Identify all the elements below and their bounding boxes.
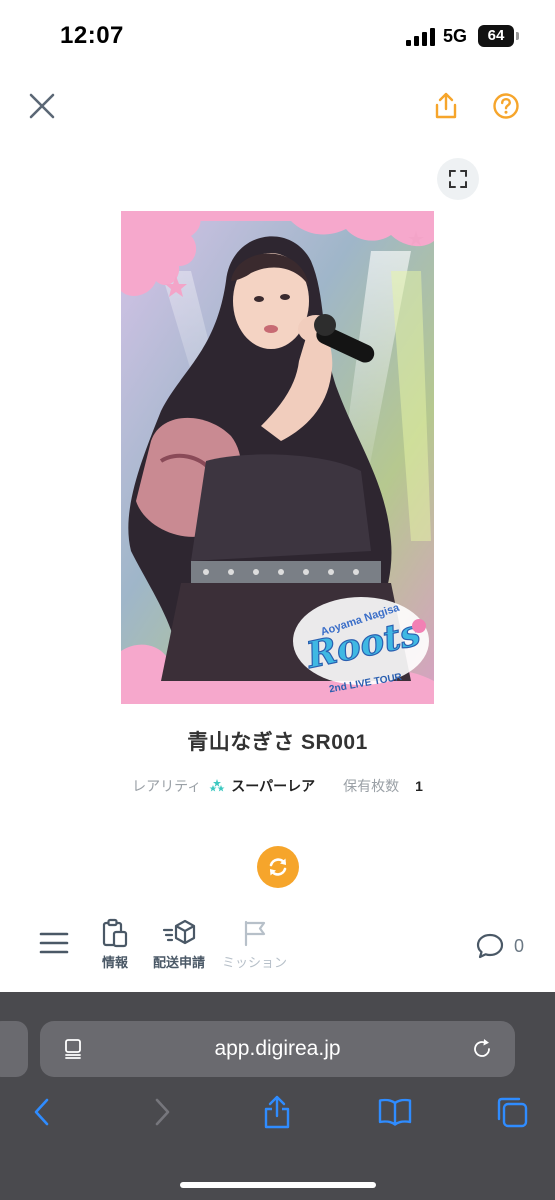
help-icon: [493, 93, 519, 119]
box-shipping-icon: [162, 919, 196, 945]
share-icon: [264, 1095, 290, 1129]
url-text: app.digirea.jp: [214, 1037, 341, 1060]
comment-icon: [476, 933, 504, 959]
close-button[interactable]: [22, 86, 62, 126]
help-button[interactable]: [486, 86, 526, 126]
info-label: 情報: [101, 955, 128, 970]
tabs-button[interactable]: [492, 1092, 532, 1132]
forward-button[interactable]: [142, 1092, 182, 1132]
chevron-left-icon: [34, 1098, 49, 1126]
mission-button[interactable]: ミッション: [222, 918, 287, 971]
comment-button[interactable]: 0: [476, 932, 524, 960]
status-bar: 12:07 5G 64: [0, 0, 555, 72]
flip-card-button[interactable]: [257, 846, 299, 888]
hamburger-icon: [39, 932, 69, 954]
status-time: 12:07: [60, 22, 124, 49]
rarity-stars-icon: [209, 779, 225, 792]
signal-icon: [406, 28, 436, 46]
card-meta: レアリティ スーパーレア 保有枚数 1: [0, 776, 555, 796]
share-button[interactable]: [426, 86, 466, 126]
shipping-request-button[interactable]: 配送申請: [153, 918, 205, 971]
address-bar[interactable]: app.digirea.jp: [40, 1021, 515, 1077]
fullscreen-icon: [449, 170, 467, 188]
chevron-right-icon: [155, 1098, 170, 1126]
flag-icon: [244, 920, 265, 947]
owned-count-label: 保有枚数: [343, 778, 400, 794]
card-artwork: Aoyama Nagisa Roots 2nd LIVE TOUR: [121, 211, 434, 704]
tabs-icon: [497, 1097, 528, 1128]
back-button[interactable]: [22, 1092, 62, 1132]
bookmarks-button[interactable]: [375, 1092, 415, 1132]
menu-button[interactable]: [38, 930, 70, 956]
comment-count: 0: [514, 935, 525, 956]
home-indicator: [180, 1182, 376, 1188]
book-icon: [378, 1098, 412, 1126]
clipboard-icon: [102, 918, 128, 948]
app-toolbar: 情報 配送申請 ミッション 0: [0, 910, 555, 990]
reload-icon[interactable]: [470, 1037, 494, 1061]
rarity-value: スーパーレア: [231, 778, 316, 794]
owned-count-value: 1: [415, 778, 423, 794]
mission-label: ミッション: [222, 955, 288, 970]
rarity-label: レアリティ: [132, 778, 202, 794]
previous-tab[interactable]: [0, 1021, 28, 1077]
shipping-label: 配送申請: [153, 955, 206, 970]
refresh-icon: [269, 858, 287, 876]
network-type: 5G: [443, 26, 468, 46]
card-image[interactable]: Aoyama Nagisa Roots 2nd LIVE TOUR: [121, 211, 434, 704]
share-icon: [435, 92, 457, 119]
card-title: 青山なぎさ SR001: [187, 731, 368, 754]
info-button[interactable]: 情報: [100, 918, 130, 971]
browser-share-button[interactable]: [257, 1092, 297, 1132]
battery-icon: 64: [478, 25, 514, 47]
fullscreen-button[interactable]: [437, 158, 479, 200]
browser-bar: app.digirea.jp: [0, 992, 555, 1200]
close-icon: [29, 93, 55, 119]
battery-tip: [516, 32, 519, 40]
